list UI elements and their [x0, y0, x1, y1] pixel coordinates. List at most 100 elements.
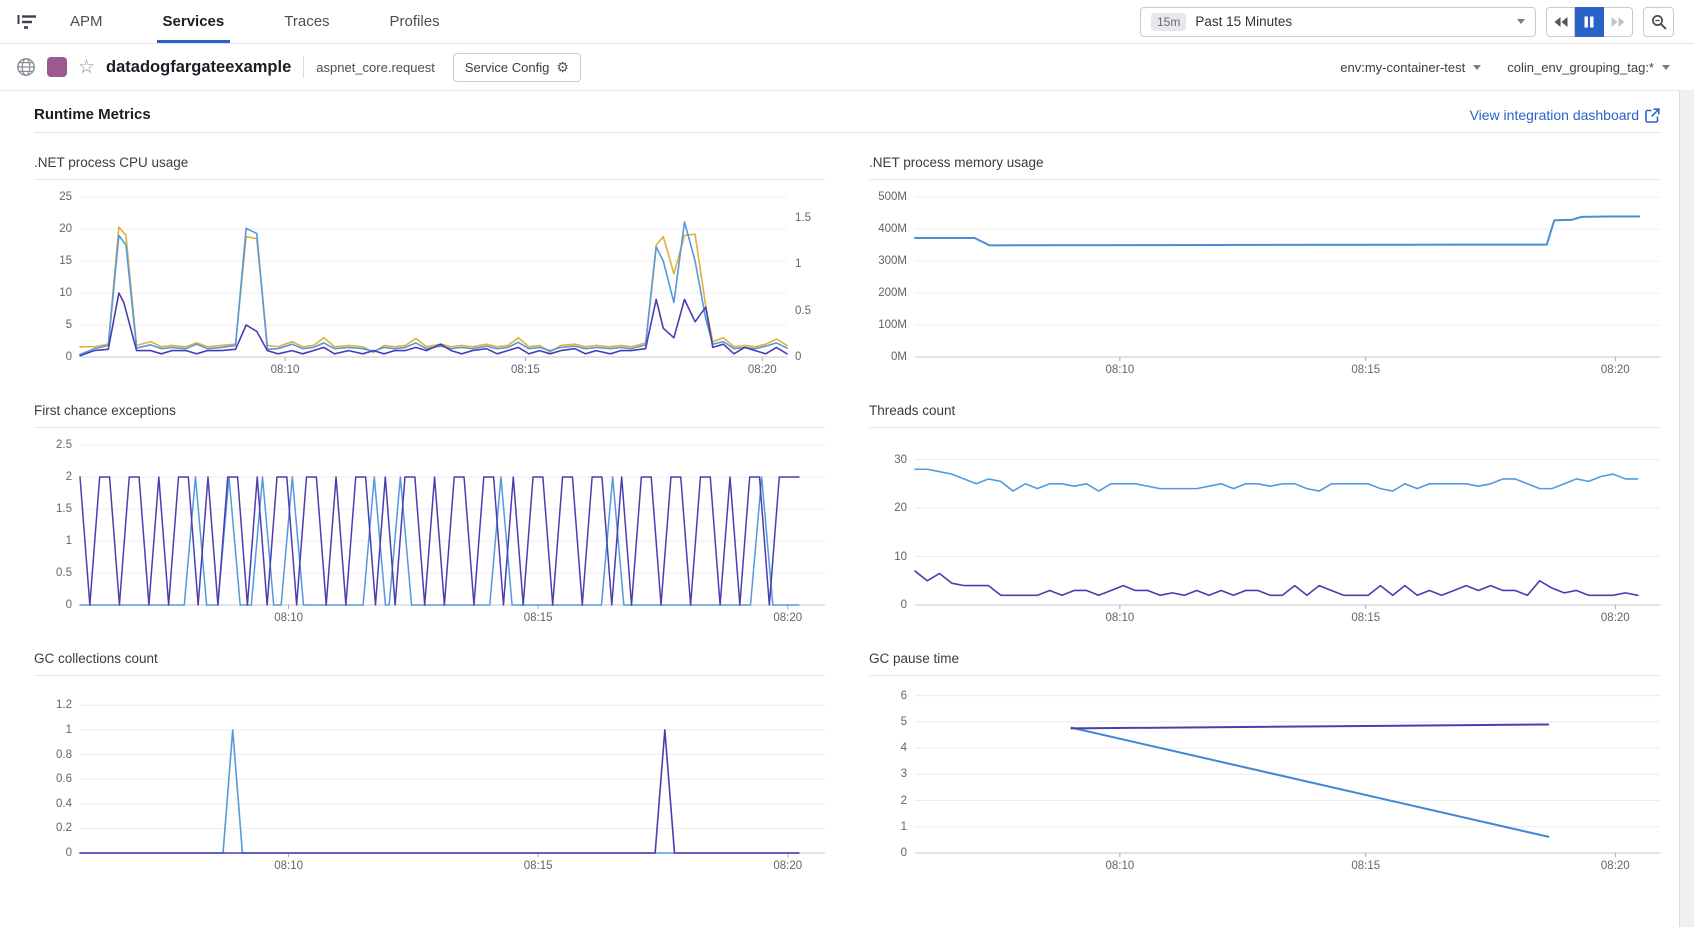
x-tick-label: 08:10 [271, 364, 300, 376]
tab-apm[interactable]: APM [60, 0, 113, 43]
y-tick-label: 15 [59, 255, 72, 267]
x-tick-label: 08:15 [1351, 612, 1380, 624]
collapse-sidebar-icon[interactable] [16, 0, 38, 43]
y-tick-label: 0.8 [56, 749, 72, 761]
y-tick-label: 20 [59, 223, 72, 235]
time-range-selector[interactable]: 15m Past 15 Minutes [1140, 7, 1536, 37]
y-tick-label: 0 [66, 847, 72, 859]
external-link-icon [1645, 108, 1660, 123]
rewind-button[interactable] [1546, 7, 1575, 37]
y-tick-label: 200M [878, 287, 907, 299]
purple-series [1071, 724, 1548, 728]
y-tick-label-right: 1.5 [795, 212, 811, 224]
y-tick-label: 5 [901, 716, 907, 728]
y-tick-label-right: 1 [795, 258, 801, 270]
chart-cpu-usage[interactable]: .NET process CPU usage 0510152025 08:100… [34, 133, 825, 379]
y-tick-label: 1 [66, 535, 72, 547]
plot-area[interactable] [80, 693, 825, 853]
tab-traces[interactable]: Traces [274, 0, 339, 43]
x-tick-label: 08:10 [1105, 364, 1134, 376]
plot-area[interactable] [915, 693, 1660, 853]
y-axis-right: 00.511.5 [787, 197, 825, 357]
y-tick-label: 100M [878, 319, 907, 331]
y-tick-label-right: 0.5 [795, 305, 811, 317]
chart-gc-pause-time[interactable]: GC pause time 0123456 08:1008:1508:20 [869, 629, 1660, 875]
x-tick-label: 08:10 [274, 612, 303, 624]
blue-series [80, 730, 799, 853]
x-axis: 08:10 08:15 08:20 [915, 853, 1660, 875]
y-tick-label: 30 [894, 454, 907, 466]
chevron-down-icon [1473, 65, 1481, 70]
blue-series [1071, 728, 1548, 837]
y-axis: 0123456 [869, 693, 915, 853]
search-icon [1651, 14, 1667, 30]
grouping-tag-filter-dropdown[interactable]: colin_env_grouping_tag:* [1507, 60, 1670, 75]
y-tick-label: 1.2 [56, 699, 72, 711]
nav-right-controls: 15m Past 15 Minutes [1140, 0, 1674, 43]
fast-forward-button[interactable] [1604, 7, 1633, 37]
plot-area[interactable] [80, 445, 825, 605]
rewind-icon [1554, 16, 1568, 28]
env-filter-dropdown[interactable]: env:my-container-test [1340, 60, 1481, 75]
tab-profiles[interactable]: Profiles [380, 0, 450, 43]
service-identity: ☆ datadogfargateexample [16, 57, 291, 77]
chart-title: .NET process CPU usage [34, 155, 825, 180]
y-tick-label: 0 [66, 351, 72, 363]
chart-gc-collections-count[interactable]: GC collections count 00.20.40.60.811.2 0… [34, 629, 825, 875]
memory-series [915, 217, 1639, 246]
chart-threads-count[interactable]: Threads count 0102030 08:1008:1508:20 [869, 381, 1660, 627]
service-color-swatch[interactable] [47, 57, 67, 77]
x-tick-label: 08:10 [274, 860, 303, 872]
plot-area[interactable] [80, 197, 787, 357]
x-tick-label: 08:10 [1105, 860, 1134, 872]
chart-title: GC collections count [34, 651, 825, 676]
x-tick-label: 08:15 [524, 612, 553, 624]
chart-first-chance-exceptions[interactable]: First chance exceptions 00.511.522.5 08:… [34, 381, 825, 627]
favorite-star-icon[interactable]: ☆ [78, 58, 95, 77]
gear-icon: ⚙ [556, 59, 569, 76]
chart-memory-usage[interactable]: .NET process memory usage 0M100M200M300M… [869, 133, 1660, 379]
tab-profiles-label: Profiles [390, 13, 440, 30]
scrollbar-gutter[interactable] [1679, 91, 1694, 927]
y-axis: 00.20.40.60.811.2 [34, 693, 80, 853]
chart-title: .NET process memory usage [869, 155, 1660, 180]
y-tick-label: 20 [894, 502, 907, 514]
service-config-button[interactable]: Service Config ⚙ [453, 53, 581, 82]
y-tick-label: 6 [901, 690, 907, 702]
pause-button[interactable] [1575, 7, 1604, 37]
y-tick-label: 400M [878, 223, 907, 235]
y-axis: 0102030 [869, 445, 915, 605]
y-tick-label: 0.4 [56, 798, 72, 810]
blue-series [80, 222, 787, 354]
y-tick-label: 0 [66, 599, 72, 611]
section-title: Runtime Metrics [34, 106, 151, 123]
y-tick-label: 0M [891, 351, 907, 363]
fast-forward-icon [1611, 16, 1625, 28]
chevron-down-icon [1517, 19, 1525, 24]
main-content: Runtime Metrics View integration dashboa… [0, 91, 1694, 875]
x-tick-label: 08:20 [1601, 860, 1630, 872]
env-filter-label: env:my-container-test [1340, 60, 1465, 75]
plot-area[interactable] [915, 197, 1660, 357]
y-tick-label: 5 [66, 319, 72, 331]
runtime-metrics-header: Runtime Metrics View integration dashboa… [34, 91, 1660, 133]
y-tick-label: 1 [66, 724, 72, 736]
x-tick-label: 08:15 [511, 364, 540, 376]
top-navigation: APM Services Traces Profiles 15m Past 15… [0, 0, 1694, 44]
purple-series [915, 571, 1638, 595]
zoom-search-button[interactable] [1643, 7, 1674, 37]
x-tick-label: 08:20 [773, 612, 802, 624]
service-header: ☆ datadogfargateexample aspnet_core.requ… [0, 44, 1694, 91]
service-filters: env:my-container-test colin_env_grouping… [1340, 60, 1670, 75]
x-axis: 08:1008:1508:20 [80, 853, 825, 875]
x-tick-label: 08:15 [1351, 860, 1380, 872]
y-tick-label: 2 [901, 795, 907, 807]
x-tick-label: 08:20 [1601, 612, 1630, 624]
service-config-label: Service Config [465, 60, 550, 75]
chart-title: First chance exceptions [34, 403, 825, 428]
plot-area[interactable] [915, 445, 1660, 605]
y-tick-label: 0.2 [56, 822, 72, 834]
tab-services[interactable]: Services [153, 0, 235, 43]
view-integration-dashboard-link[interactable]: View integration dashboard [1470, 107, 1660, 123]
y-tick-label: 10 [894, 551, 907, 563]
